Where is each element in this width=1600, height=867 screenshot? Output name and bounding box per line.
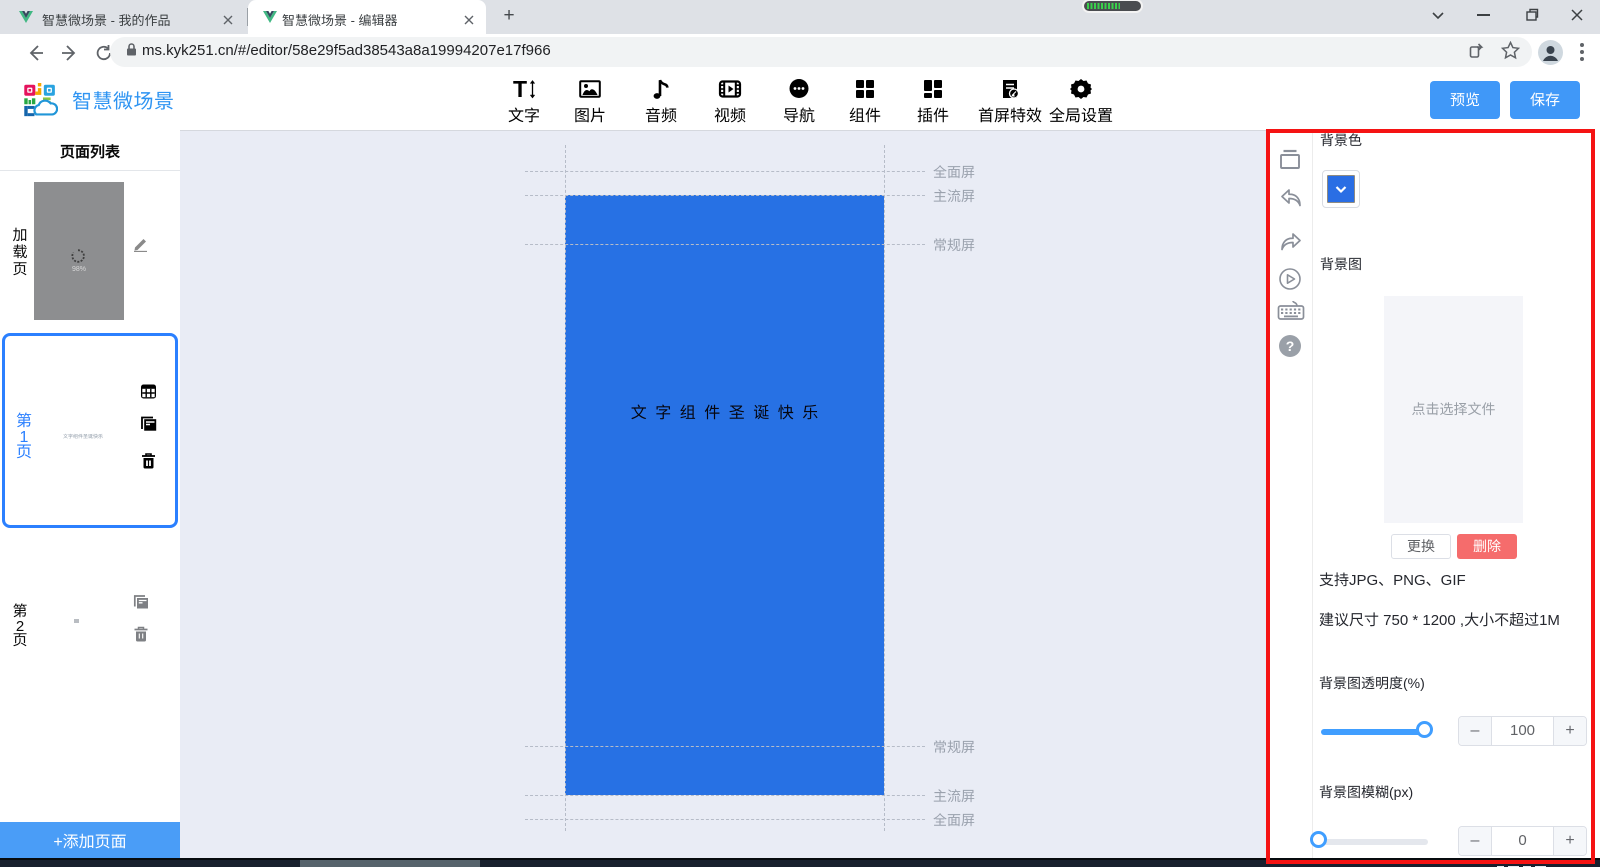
- svg-text:T: T: [513, 77, 527, 101]
